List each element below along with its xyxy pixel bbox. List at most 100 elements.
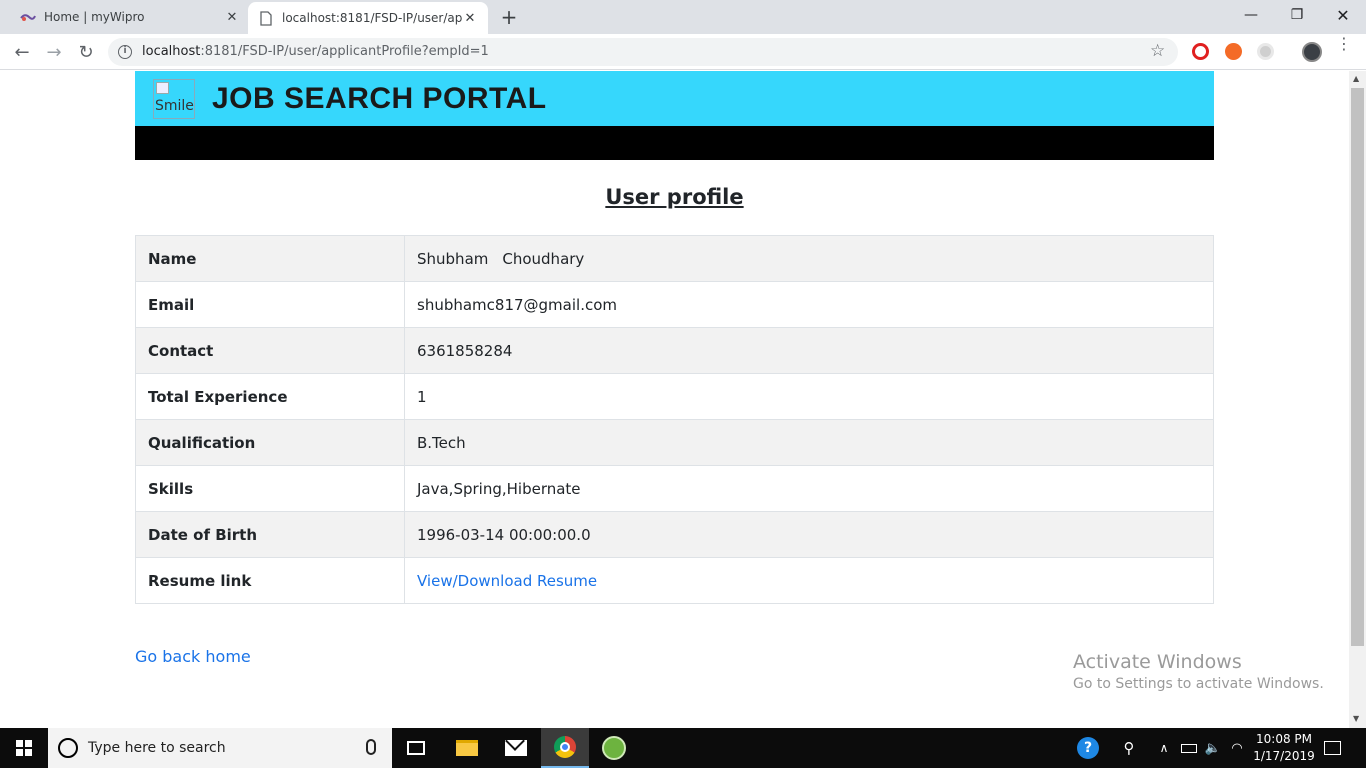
reload-button[interactable]: ↻: [74, 40, 98, 64]
first-name: Shubham: [417, 249, 489, 268]
qualification-value: B.Tech: [404, 419, 1214, 466]
name-value: Shubham Choudhary: [404, 235, 1214, 282]
row-label: Total Experience: [135, 373, 405, 420]
page-viewport: Smile JOB SEARCH PORTAL User profile Nam…: [0, 71, 1349, 728]
row-label: Qualification: [135, 419, 405, 466]
site-title: JOB SEARCH PORTAL: [212, 82, 547, 115]
microphone-icon[interactable]: [366, 739, 376, 755]
search-placeholder: Type here to search: [88, 740, 226, 756]
gray-extension-icon[interactable]: [1257, 43, 1274, 60]
help-tray-button[interactable]: ?: [1076, 728, 1100, 768]
mywipro-favicon-icon: [20, 9, 36, 25]
last-name: Choudhary: [502, 249, 585, 268]
page-scrollbar[interactable]: ▲ ▼: [1349, 71, 1366, 728]
tab-title: Home | myWipro: [44, 10, 145, 24]
back-button[interactable]: ←: [10, 40, 34, 64]
windows-logo-icon: [16, 740, 32, 756]
site-logo-broken-image: Smile: [153, 79, 195, 119]
table-row: Skills Java,Spring,Hibernate: [135, 465, 1214, 512]
clock-date: 1/17/2019: [1253, 749, 1315, 763]
opera-extension-icon[interactable]: [1192, 43, 1209, 60]
row-label: Contact: [135, 327, 405, 374]
cortana-icon: [58, 738, 78, 758]
new-tab-button[interactable]: +: [498, 6, 520, 28]
row-label: Date of Birth: [135, 511, 405, 558]
go-back-home-link[interactable]: Go back home: [135, 647, 251, 666]
row-label: Resume link: [135, 557, 405, 604]
browser-menu-icon[interactable]: ⋮: [1336, 36, 1352, 52]
dob-value: 1996-03-14 00:00:00.0: [404, 511, 1214, 558]
spring-leaf-icon: [602, 736, 626, 760]
page-title: User profile: [605, 185, 744, 209]
chrome-icon: [554, 736, 576, 758]
contact-value: 6361858284: [404, 327, 1214, 374]
row-label: Email: [135, 281, 405, 328]
url-path: :8181/FSD-IP/user/applicantProfile?empId…: [200, 44, 489, 59]
folder-icon: [456, 740, 478, 756]
profile-avatar[interactable]: [1302, 42, 1322, 62]
maximize-button[interactable]: ❐: [1274, 0, 1320, 30]
experience-value: 1: [404, 373, 1214, 420]
profile-table: Name Shubham Choudhary Email shubhamc817@…: [135, 235, 1214, 604]
wifi-icon[interactable]: ◠: [1228, 728, 1246, 768]
window-close-button[interactable]: ✕: [1320, 0, 1366, 30]
scroll-thumb[interactable]: [1351, 88, 1364, 646]
table-row: Contact 6361858284: [135, 327, 1214, 374]
windows-taskbar: Type here to search ? ⚲ ∧ 🔈 ◠ 10:08 PM 1…: [0, 728, 1366, 768]
tab-title: localhost:8181/FSD-IP/user/appli: [282, 11, 462, 25]
clock-time: 10:08 PM: [1256, 732, 1312, 746]
url-text[interactable]: localhost:8181/FSD-IP/user/applicantProf…: [142, 44, 489, 59]
task-view-button[interactable]: [392, 728, 440, 768]
activate-windows-watermark: Activate Windows Go to Settings to activ…: [1073, 651, 1324, 692]
site-header: Smile JOB SEARCH PORTAL: [135, 71, 1214, 126]
row-label: Name: [135, 235, 405, 282]
bookmark-star-icon[interactable]: ☆: [1150, 41, 1165, 61]
scroll-up-arrow-icon[interactable]: ▲: [1353, 74, 1359, 83]
mail-button[interactable]: [492, 728, 540, 768]
url-host: localhost: [142, 44, 201, 59]
spring-tool-suite-button[interactable]: [590, 728, 638, 768]
mail-icon: [505, 740, 527, 756]
watermark-title: Activate Windows: [1073, 651, 1242, 673]
help-icon: ?: [1077, 737, 1099, 759]
chrome-taskbar-button[interactable]: [541, 728, 589, 768]
table-row: Qualification B.Tech: [135, 419, 1214, 466]
file-explorer-button[interactable]: [443, 728, 491, 768]
page-icon: [258, 10, 274, 26]
row-label: Skills: [135, 465, 405, 512]
forward-button[interactable]: →: [42, 40, 66, 64]
people-icon[interactable]: ⚲: [1118, 728, 1140, 768]
action-center-button[interactable]: [1320, 728, 1344, 768]
logo-alt-text: Smile: [155, 98, 194, 114]
site-navbar: [135, 126, 1214, 160]
notification-icon: [1323, 741, 1341, 755]
broken-image-icon: [156, 82, 169, 94]
browser-toolbar: ← → ↻ i localhost:8181/FSD-IP/user/appli…: [0, 34, 1366, 70]
taskbar-search[interactable]: Type here to search: [48, 728, 392, 768]
email-value: shubhamc817@gmail.com: [404, 281, 1214, 328]
speaker-icon[interactable]: 🔈: [1204, 728, 1222, 768]
close-tab-icon[interactable]: ✕: [462, 10, 478, 26]
task-view-icon: [407, 741, 425, 755]
tab-mywipro[interactable]: Home | myWipro ✕: [0, 0, 248, 34]
start-button[interactable]: [0, 728, 48, 768]
table-row: Email shubhamc817@gmail.com: [135, 281, 1214, 328]
resume-cell: View/Download Resume: [404, 557, 1214, 604]
tab-applicant-profile[interactable]: localhost:8181/FSD-IP/user/appli ✕: [248, 2, 488, 34]
site-info-icon[interactable]: i: [118, 45, 132, 59]
battery-icon[interactable]: [1180, 728, 1198, 768]
scroll-down-arrow-icon[interactable]: ▼: [1353, 714, 1359, 723]
orange-extension-icon[interactable]: [1225, 43, 1242, 60]
table-row: Total Experience 1: [135, 373, 1214, 420]
address-bar[interactable]: i localhost:8181/FSD-IP/user/applicantPr…: [108, 38, 1178, 66]
show-hidden-icons-chevron-icon[interactable]: ∧: [1156, 728, 1172, 768]
taskbar-clock[interactable]: 10:08 PM 1/17/2019: [1252, 731, 1316, 765]
resume-download-link[interactable]: View/Download Resume: [417, 572, 597, 590]
table-row: Resume link View/Download Resume: [135, 557, 1214, 604]
table-row: Date of Birth 1996-03-14 00:00:00.0: [135, 511, 1214, 558]
watermark-subtitle: Go to Settings to activate Windows.: [1073, 676, 1324, 692]
close-tab-icon[interactable]: ✕: [224, 9, 240, 25]
browser-tab-strip: Home | myWipro ✕ localhost:8181/FSD-IP/u…: [0, 0, 1366, 34]
minimize-button[interactable]: —: [1228, 0, 1274, 30]
table-row: Name Shubham Choudhary: [135, 235, 1214, 282]
